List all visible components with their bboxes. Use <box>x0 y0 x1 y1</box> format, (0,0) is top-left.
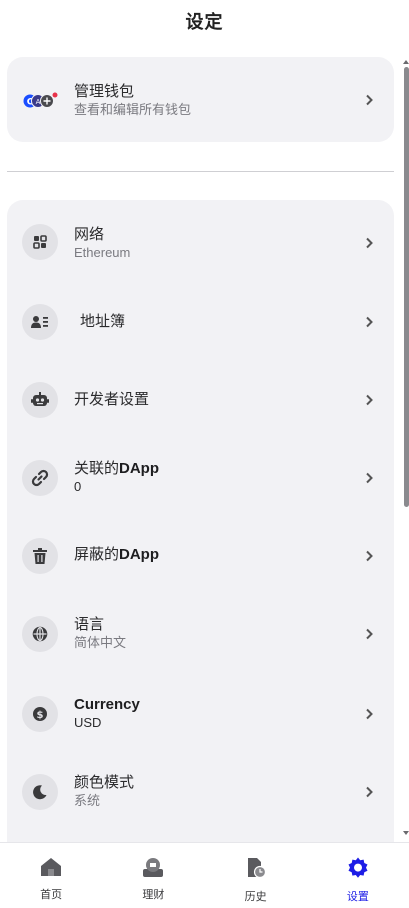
settings-item-sub: 系统 <box>74 793 101 808</box>
settings-item-address-book[interactable]: 地址簿 <box>7 282 394 360</box>
chevron-right-icon <box>362 549 376 563</box>
moon-icon <box>22 774 58 810</box>
chevron-right-icon <box>362 785 376 799</box>
settings-item-label: 语言 <box>74 616 105 633</box>
settings-item-color-mode[interactable]: 颜色模式 系统 <box>7 750 394 828</box>
chevron-right-icon <box>362 236 376 250</box>
history-icon <box>245 857 267 884</box>
settings-item-sub: USD <box>74 715 102 730</box>
finance-icon <box>142 857 164 882</box>
trash-icon <box>22 538 58 574</box>
settings-item-label-prefix: 屏蔽的 <box>74 546 120 563</box>
network-grid-icon <box>22 224 58 260</box>
tab-history[interactable]: 历史 <box>205 843 307 908</box>
manage-wallets-label: 管理钱包 <box>74 83 135 100</box>
link-icon <box>22 460 58 496</box>
settings-item-developer[interactable]: 开发者设置 <box>7 360 394 438</box>
chevron-right-icon <box>362 93 376 107</box>
scroll-up-arrow-icon[interactable] <box>403 60 409 64</box>
scrollbar-thumb[interactable] <box>404 67 409 507</box>
chevron-right-icon <box>362 627 376 641</box>
settings-item-label: 开发者设置 <box>74 391 150 408</box>
svg-text:A: A <box>36 98 41 106</box>
manage-wallets-card[interactable]: C A 管理钱包 查看和编辑所有钱包 <box>7 57 394 142</box>
tab-label: 首页 <box>40 889 63 901</box>
globe-icon <box>22 616 58 652</box>
chevron-right-icon <box>362 471 376 485</box>
contacts-icon <box>22 304 58 340</box>
wallet-icons-stack: C A <box>22 91 66 111</box>
gear-icon <box>347 857 369 884</box>
settings-item-label-prefix: 关联的 <box>74 460 120 477</box>
page-header: 设定 <box>0 0 409 42</box>
chevron-right-icon <box>362 315 376 329</box>
tab-settings[interactable]: 设置 <box>307 843 409 908</box>
dollar-icon: $ <box>22 696 58 732</box>
bottom-tab-bar: 首页 理财 历史 设置 <box>0 842 409 908</box>
settings-item-blocked-dapps[interactable]: 屏蔽的DApp <box>7 516 394 594</box>
settings-item-label: 颜色模式 <box>74 774 135 791</box>
settings-item-currency[interactable]: $ Currency USD <box>7 672 394 750</box>
settings-item-sub: 简体中文 <box>74 635 127 650</box>
manage-wallets-sub: 查看和编辑所有钱包 <box>74 102 192 117</box>
settings-item-label: 地址簿 <box>80 313 126 330</box>
tab-finance[interactable]: 理财 <box>102 843 204 908</box>
settings-item-sub: Ethereum <box>74 245 131 260</box>
settings-item-language[interactable]: 语言 简体中文 <box>7 594 394 672</box>
page-title: 设定 <box>185 12 224 32</box>
tab-home[interactable]: 首页 <box>0 843 102 908</box>
settings-item-network[interactable]: 网络 Ethereum <box>7 200 394 282</box>
robot-icon <box>22 382 58 418</box>
settings-item-sub: 0 <box>74 479 82 494</box>
settings-item-label-bold: DApp <box>119 546 160 563</box>
settings-item-label-bold: DApp <box>119 460 160 477</box>
chevron-right-icon <box>362 393 376 407</box>
settings-scroll-area[interactable]: C A 管理钱包 查看和编辑所有钱包 网络 Ethereum 地址簿 开发者设置… <box>0 42 409 842</box>
section-divider <box>7 171 394 172</box>
settings-item-connected-dapps[interactable]: 关联的DApp 0 <box>7 438 394 516</box>
tab-label: 设置 <box>346 891 369 903</box>
settings-item-label: 网络 <box>74 226 105 243</box>
home-icon <box>40 857 62 882</box>
settings-list-card: 网络 Ethereum 地址簿 开发者设置 关联的DApp 0 屏蔽的DApp … <box>7 200 394 842</box>
scroll-down-arrow-icon[interactable] <box>403 831 409 835</box>
chevron-right-icon <box>362 707 376 721</box>
svg-text:$: $ <box>37 710 44 721</box>
tab-label: 历史 <box>244 891 267 903</box>
tab-label: 理财 <box>142 889 165 901</box>
settings-item-label: Currency <box>74 696 140 713</box>
